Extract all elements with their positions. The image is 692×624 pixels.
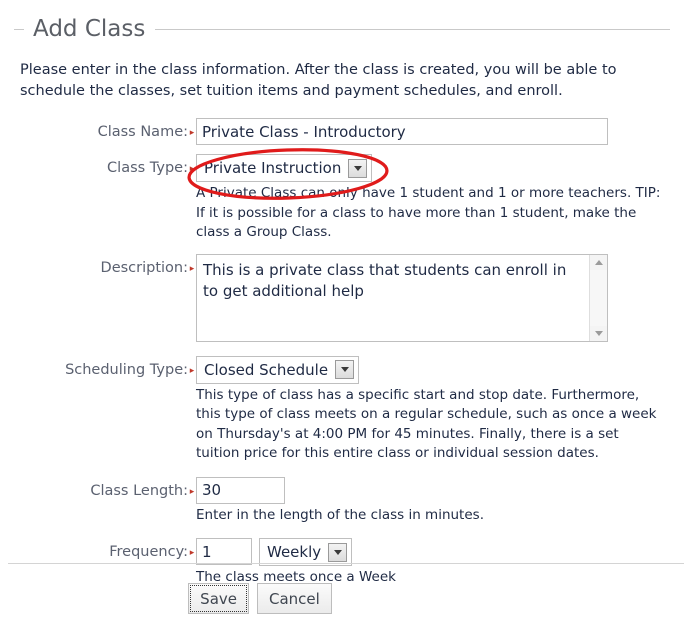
row-class-name: Class Name: ▸ [0, 118, 692, 145]
label-frequency: Frequency: [109, 544, 188, 560]
save-button[interactable]: Save [188, 583, 249, 614]
frequency-count-input[interactable] [196, 538, 252, 565]
chevron-down-icon[interactable] [348, 158, 368, 178]
class-length-input[interactable] [196, 476, 285, 504]
label-class-name: Class Name: [97, 124, 188, 140]
class-type-help-text: A Private Class can only have 1 student … [196, 185, 661, 240]
scroll-up-icon[interactable] [590, 254, 607, 270]
frequency-unit-selected-value: Weekly [267, 543, 322, 561]
label-scheduling-type: Scheduling Type: [65, 361, 188, 378]
legend-left-dash [14, 28, 24, 30]
scheduling-type-selected-value: Closed Schedule [204, 360, 329, 379]
scheduling-type-help-text: This type of class has a specific start … [196, 386, 657, 462]
caret-glyph [333, 549, 342, 555]
description-textarea-wrapper [196, 253, 608, 342]
field-class-length: Enter in the length of the class in minu… [196, 476, 692, 526]
description-textarea[interactable] [197, 254, 590, 341]
label-description: Description: [100, 259, 188, 276]
chevron-down-icon[interactable] [335, 360, 355, 379]
cancel-button[interactable]: Cancel [257, 583, 332, 614]
class-length-help-text: Enter in the length of the class in minu… [196, 506, 484, 523]
class-type-select[interactable]: Private Instruction [196, 154, 373, 182]
row-class-type: Class Type: ▸ Private Instruction A Priv… [0, 154, 692, 243]
scheduling-type-select[interactable]: Closed Schedule [196, 355, 360, 384]
required-marker-icon: ▸ [189, 486, 195, 497]
description-scrollbar[interactable] [589, 254, 607, 341]
row-description: Description: ▸ [0, 253, 692, 342]
field-description [196, 253, 692, 342]
page-title: Add Class [33, 15, 146, 42]
row-scheduling-type: Scheduling Type: ▸ Closed Schedule This … [0, 355, 692, 464]
class-type-selected-value: Private Instruction [204, 159, 342, 177]
row-class-length: Class Length: ▸ Enter in the length of t… [0, 476, 692, 526]
scroll-down-icon[interactable] [590, 325, 607, 341]
panel-header: Add Class [14, 12, 670, 46]
form-actions: Save Cancel [0, 583, 520, 614]
chevron-down-icon[interactable] [328, 542, 348, 562]
add-class-form: Class Name: ▸ Class Type: ▸ Private Inst… [0, 118, 692, 590]
required-marker-icon: ▸ [189, 263, 195, 274]
field-scheduling-type: Closed Schedule This type of class has a… [196, 355, 692, 464]
required-marker-icon: ▸ [189, 365, 195, 376]
frequency-unit-select[interactable]: Weekly [259, 538, 353, 566]
field-class-name [196, 118, 692, 145]
footer-divider [8, 563, 684, 564]
required-marker-icon: ▸ [189, 164, 195, 174]
frequency-controls: Weekly [196, 538, 692, 566]
class-name-input[interactable] [196, 118, 608, 145]
page-panel: Add Class [14, 12, 670, 46]
legend-rule [155, 28, 670, 30]
label-class-length: Class Length: [90, 482, 188, 499]
required-marker-icon: ▸ [189, 548, 195, 558]
intro-paragraph: Please enter in the class information. A… [20, 62, 617, 99]
caret-glyph [340, 367, 349, 372]
caret-glyph [353, 165, 362, 171]
label-class-type: Class Type: [107, 160, 188, 176]
required-marker-icon: ▸ [189, 128, 195, 138]
field-class-type: Private Instruction A Private Class can … [196, 154, 692, 243]
